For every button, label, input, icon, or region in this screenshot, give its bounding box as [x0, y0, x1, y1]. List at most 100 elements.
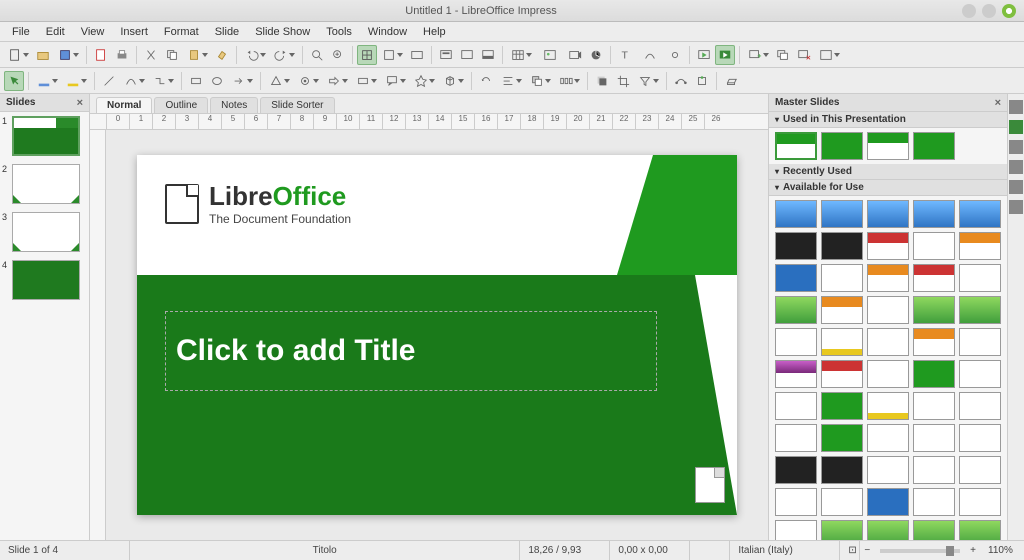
menu-format[interactable]: Format: [156, 24, 207, 40]
close-icon[interactable]: ×: [995, 97, 1001, 109]
arrow-shapes-icon[interactable]: [228, 71, 256, 91]
save-icon[interactable]: [54, 45, 82, 65]
minimize-button[interactable]: [962, 4, 976, 18]
master-template-thumb[interactable]: [913, 424, 955, 452]
master-template-thumb[interactable]: [821, 264, 863, 292]
menu-window[interactable]: Window: [360, 24, 415, 40]
undo-icon[interactable]: [241, 45, 269, 65]
grid-icon[interactable]: [357, 45, 377, 65]
master-template-thumb[interactable]: [821, 328, 863, 356]
zoom-fit-icon[interactable]: ⊡: [840, 541, 860, 560]
master-template-thumb[interactable]: [775, 392, 817, 420]
master-template-thumb[interactable]: [821, 456, 863, 484]
master-template-thumb[interactable]: [775, 520, 817, 540]
extrusion-icon[interactable]: [721, 71, 741, 91]
connector-tool-icon[interactable]: [149, 71, 177, 91]
close-icon[interactable]: ×: [77, 97, 83, 109]
paste-icon[interactable]: [183, 45, 211, 65]
points-icon[interactable]: [671, 71, 691, 91]
master-template-thumb[interactable]: [913, 264, 955, 292]
section-available[interactable]: ▾Available for Use: [769, 180, 1007, 196]
3d-shapes-icon[interactable]: [439, 71, 467, 91]
master-thumb[interactable]: [913, 132, 955, 160]
master-template-thumb[interactable]: [775, 264, 817, 292]
display-views-icon[interactable]: [407, 45, 427, 65]
line-tool-icon[interactable]: [99, 71, 119, 91]
view-tab-outline[interactable]: Outline: [154, 97, 208, 113]
view-tab-normal[interactable]: Normal: [96, 97, 152, 113]
slide-thumb-1[interactable]: 1: [4, 116, 85, 156]
new-slide-icon[interactable]: [744, 45, 772, 65]
master-template-thumb[interactable]: [821, 200, 863, 228]
navigator-tab-icon[interactable]: [1009, 180, 1023, 194]
insert-textbox-icon[interactable]: T: [615, 45, 635, 65]
master-template-thumb[interactable]: [959, 456, 1001, 484]
print-icon[interactable]: [112, 45, 132, 65]
master-template-thumb[interactable]: [913, 520, 955, 540]
master-template-thumb[interactable]: [867, 456, 909, 484]
menu-insert[interactable]: Insert: [112, 24, 156, 40]
status-language[interactable]: Italian (Italy): [730, 541, 840, 560]
canvas[interactable]: LibreOffice The Document Foundation Clic…: [106, 130, 768, 540]
master-template-thumb[interactable]: [821, 392, 863, 420]
snap-icon[interactable]: [378, 45, 406, 65]
ellipse-tool-icon[interactable]: [207, 71, 227, 91]
redo-icon[interactable]: [270, 45, 298, 65]
insert-chart-icon[interactable]: [586, 45, 606, 65]
menu-help[interactable]: Help: [415, 24, 454, 40]
master-template-thumb[interactable]: [959, 264, 1001, 292]
close-button[interactable]: [1002, 4, 1016, 18]
rectangle-tool-icon[interactable]: [186, 71, 206, 91]
master-template-thumb[interactable]: [867, 520, 909, 540]
slide-canvas[interactable]: LibreOffice The Document Foundation Clic…: [137, 155, 737, 515]
slide-properties-icon[interactable]: [815, 45, 843, 65]
start-current-slide-icon[interactable]: [715, 45, 735, 65]
master-template-thumb[interactable]: [913, 392, 955, 420]
insert-hyperlink-icon[interactable]: [665, 45, 685, 65]
master-template-thumb[interactable]: [959, 424, 1001, 452]
gallery-tab-icon[interactable]: [1009, 200, 1023, 214]
master-template-thumb[interactable]: [821, 360, 863, 388]
title-placeholder-box[interactable]: Click to add Title: [165, 311, 657, 391]
slide-thumb-4[interactable]: 4: [4, 260, 85, 300]
master-template-thumb[interactable]: [867, 200, 909, 228]
master-template-thumb[interactable]: [913, 232, 955, 260]
insert-table-icon[interactable]: [507, 45, 535, 65]
menu-slide-show[interactable]: Slide Show: [247, 24, 318, 40]
open-icon[interactable]: [33, 45, 53, 65]
arrange-icon[interactable]: [526, 71, 554, 91]
zoom-slider[interactable]: [880, 549, 960, 553]
master-template-thumb[interactable]: [775, 488, 817, 516]
insert-av-icon[interactable]: [565, 45, 585, 65]
line-color-icon[interactable]: [33, 71, 61, 91]
section-recent[interactable]: ▾Recently Used: [769, 164, 1007, 180]
header-footer-icon[interactable]: [478, 45, 498, 65]
menu-view[interactable]: View: [73, 24, 113, 40]
master-template-thumb[interactable]: [867, 488, 909, 516]
master-template-thumb[interactable]: [959, 328, 1001, 356]
filter-icon[interactable]: [634, 71, 662, 91]
basic-shapes-icon[interactable]: [265, 71, 293, 91]
master-template-thumb[interactable]: [775, 424, 817, 452]
master-template-thumb[interactable]: [913, 328, 955, 356]
master-template-thumb[interactable]: [775, 296, 817, 324]
flowchart-shapes-icon[interactable]: [352, 71, 380, 91]
section-used[interactable]: ▾Used in This Presentation: [769, 112, 1007, 128]
master-template-thumb[interactable]: [821, 232, 863, 260]
master-template-thumb[interactable]: [775, 232, 817, 260]
master-template-thumb[interactable]: [959, 200, 1001, 228]
master-template-thumb[interactable]: [913, 296, 955, 324]
fill-color-icon[interactable]: [62, 71, 90, 91]
properties-tab-icon[interactable]: [1009, 100, 1023, 114]
copy-icon[interactable]: [162, 45, 182, 65]
master-template-thumb[interactable]: [959, 232, 1001, 260]
master-template-thumb[interactable]: [867, 424, 909, 452]
master-template-thumb[interactable]: [775, 200, 817, 228]
maximize-button[interactable]: [982, 4, 996, 18]
master-template-thumb[interactable]: [959, 520, 1001, 540]
master-template-thumb[interactable]: [775, 360, 817, 388]
delete-slide-icon[interactable]: [794, 45, 814, 65]
insert-fontwork-icon[interactable]: [636, 45, 664, 65]
master-template-thumb[interactable]: [913, 488, 955, 516]
master-thumb[interactable]: [821, 132, 863, 160]
